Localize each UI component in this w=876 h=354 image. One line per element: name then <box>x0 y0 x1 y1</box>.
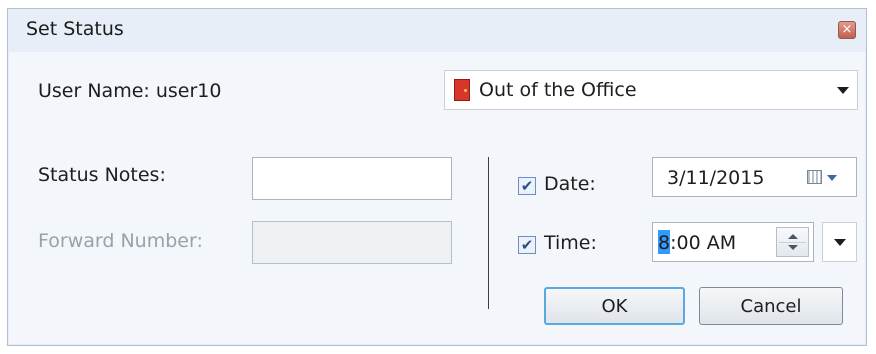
forward-number-label: Forward Number: <box>38 230 203 252</box>
date-value: 3/11/2015 <box>667 167 765 189</box>
spin-down-icon[interactable] <box>788 245 798 250</box>
calendar-icon[interactable] <box>807 170 822 184</box>
title-bar: Set Status × <box>8 9 866 49</box>
spinner-divider <box>779 242 806 243</box>
cancel-button[interactable]: Cancel <box>699 287 843 325</box>
date-label: Date: <box>544 173 596 195</box>
time-value[interactable]: 8:00 AM <box>658 232 736 254</box>
window-title: Set Status <box>26 18 124 40</box>
set-status-dialog: Set Status × User Name: user10 Out of th… <box>7 8 867 346</box>
close-button[interactable]: × <box>838 21 856 39</box>
time-label: Time: <box>544 232 597 254</box>
door-icon <box>454 79 470 101</box>
time-spinner[interactable] <box>776 227 809 257</box>
ok-button[interactable]: OK <box>544 287 685 325</box>
dialog-content: User Name: user10 Out of the Office Stat… <box>9 52 865 344</box>
time-checkbox[interactable]: ✔ <box>518 236 536 254</box>
status-dropdown[interactable]: Out of the Office <box>444 70 858 110</box>
time-dropdown-button[interactable] <box>822 222 857 262</box>
chevron-down-icon <box>837 87 849 94</box>
vertical-divider <box>488 157 489 309</box>
time-picker[interactable]: 8:00 AM <box>652 222 814 262</box>
chevron-down-icon <box>834 239 846 246</box>
status-notes-input[interactable] <box>252 157 452 200</box>
forward-number-input <box>252 221 452 264</box>
date-picker[interactable]: 3/11/2015 <box>652 157 857 197</box>
user-name-label: User Name: user10 <box>38 80 222 102</box>
status-notes-label: Status Notes: <box>38 164 166 186</box>
spin-up-icon[interactable] <box>788 234 798 239</box>
calendar-dropdown-icon[interactable] <box>827 175 837 181</box>
date-checkbox[interactable]: ✔ <box>518 177 536 195</box>
status-selected-value: Out of the Office <box>479 79 637 101</box>
